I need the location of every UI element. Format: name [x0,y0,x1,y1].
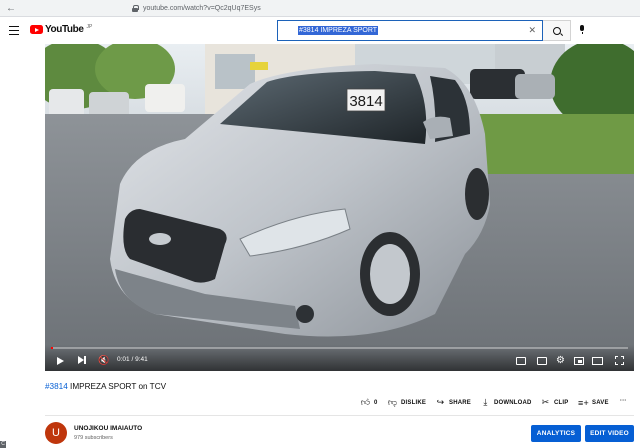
browser-address-bar: ← youtube.com/watch?v=Qc2qUq7ESys [0,0,640,17]
share-icon: ↪ [436,397,445,407]
clip-label: CLIP [554,399,569,406]
avatar[interactable]: U [45,422,67,444]
save-label: SAVE [592,399,609,406]
autoplay-toggle-icon[interactable] [516,357,526,365]
video-player[interactable]: 3814 🔇 0:01 / 9:41 ⚙ [45,44,634,371]
miniplayer-icon[interactable] [574,357,584,365]
scissors-icon: ✂ [541,397,550,407]
subscriber-count: 979 subscribers [74,435,113,441]
share-button[interactable]: ↪ SHARE [436,397,472,407]
action-bar: 👍︎ 0 👎︎ DISLIKE ↪ SHARE ⤓ DOWNLOAD ✂ CLI… [0,397,640,410]
save-button[interactable]: ≡+ SAVE [578,397,609,408]
download-icon: ⤓ [483,397,488,407]
next-icon[interactable] [78,355,86,365]
player-controls: 🔇 0:01 / 9:41 ⚙ [45,345,634,371]
video-title: #3814 IMPREZA SPORT on TCV [45,382,166,391]
youtube-header: YouTube JP #3814 IMPREZA SPORT ✕ [0,17,640,45]
url-field[interactable]: youtube.com/watch?v=Qc2qUq7ESys [132,2,261,15]
clip-button[interactable]: ✂ CLIP [541,397,569,407]
more-actions-button[interactable]: ··· [620,398,627,404]
video-frame: 3814 [45,44,634,371]
search-button[interactable] [543,20,571,41]
like-button[interactable]: 👍︎ 0 [360,397,378,407]
subtitles-icon[interactable] [537,357,547,365]
title-hashtag-link[interactable]: #3814 [45,382,68,391]
plate-number: 3814 [349,93,382,110]
divider [45,415,634,416]
more-icon: ··· [620,398,627,404]
search-query: #3814 IMPREZA SPORT [298,26,379,35]
fullscreen-icon[interactable] [615,356,624,365]
close-icon[interactable]: ✕ [528,25,536,36]
thumbs-up-icon: 👍︎ [360,397,371,407]
progress-fill [51,347,53,349]
dislike-button[interactable]: 👎︎ DISLIKE [387,397,427,407]
youtube-logo[interactable]: YouTube JP [30,24,92,35]
play-icon[interactable] [57,357,64,365]
gear-icon[interactable]: ⚙ [556,355,565,366]
url-text: youtube.com/watch?v=Qc2qUq7ESys [143,4,261,12]
search-icon [552,26,561,35]
dislike-label: DISLIKE [401,399,427,406]
title-text: IMPREZA SPORT on TCV [67,382,167,391]
channel-name[interactable]: UNOJIKOU IMAIAUTO [74,425,142,432]
muted-volume-icon[interactable]: 🔇 [98,355,109,365]
hamburger-icon[interactable] [9,26,19,35]
playlist-add-icon: ≡+ [578,397,589,408]
time-display: 0:01 / 9:41 [117,356,148,363]
progress-bar[interactable] [51,347,628,349]
youtube-play-logo-icon [30,25,43,34]
mic-icon[interactable] [580,25,584,34]
share-label: SHARE [449,399,472,406]
back-arrow-icon[interactable]: ← [4,1,18,15]
side-badge: C [0,441,6,448]
logo-region: JP [86,24,93,30]
download-button[interactable]: ⤓ DOWNLOAD [481,397,532,407]
download-label: DOWNLOAD [494,399,532,406]
theater-mode-icon[interactable] [592,357,603,365]
logo-text: YouTube [45,24,84,35]
like-count: 0 [374,399,378,406]
thumbs-down-icon: 👎︎ [387,397,398,407]
lock-icon [132,4,139,12]
search-input[interactable]: #3814 IMPREZA SPORT ✕ [277,20,543,41]
analytics-button[interactable]: ANALYTICS [531,425,581,442]
edit-video-button[interactable]: EDIT VIDEO [585,425,634,442]
